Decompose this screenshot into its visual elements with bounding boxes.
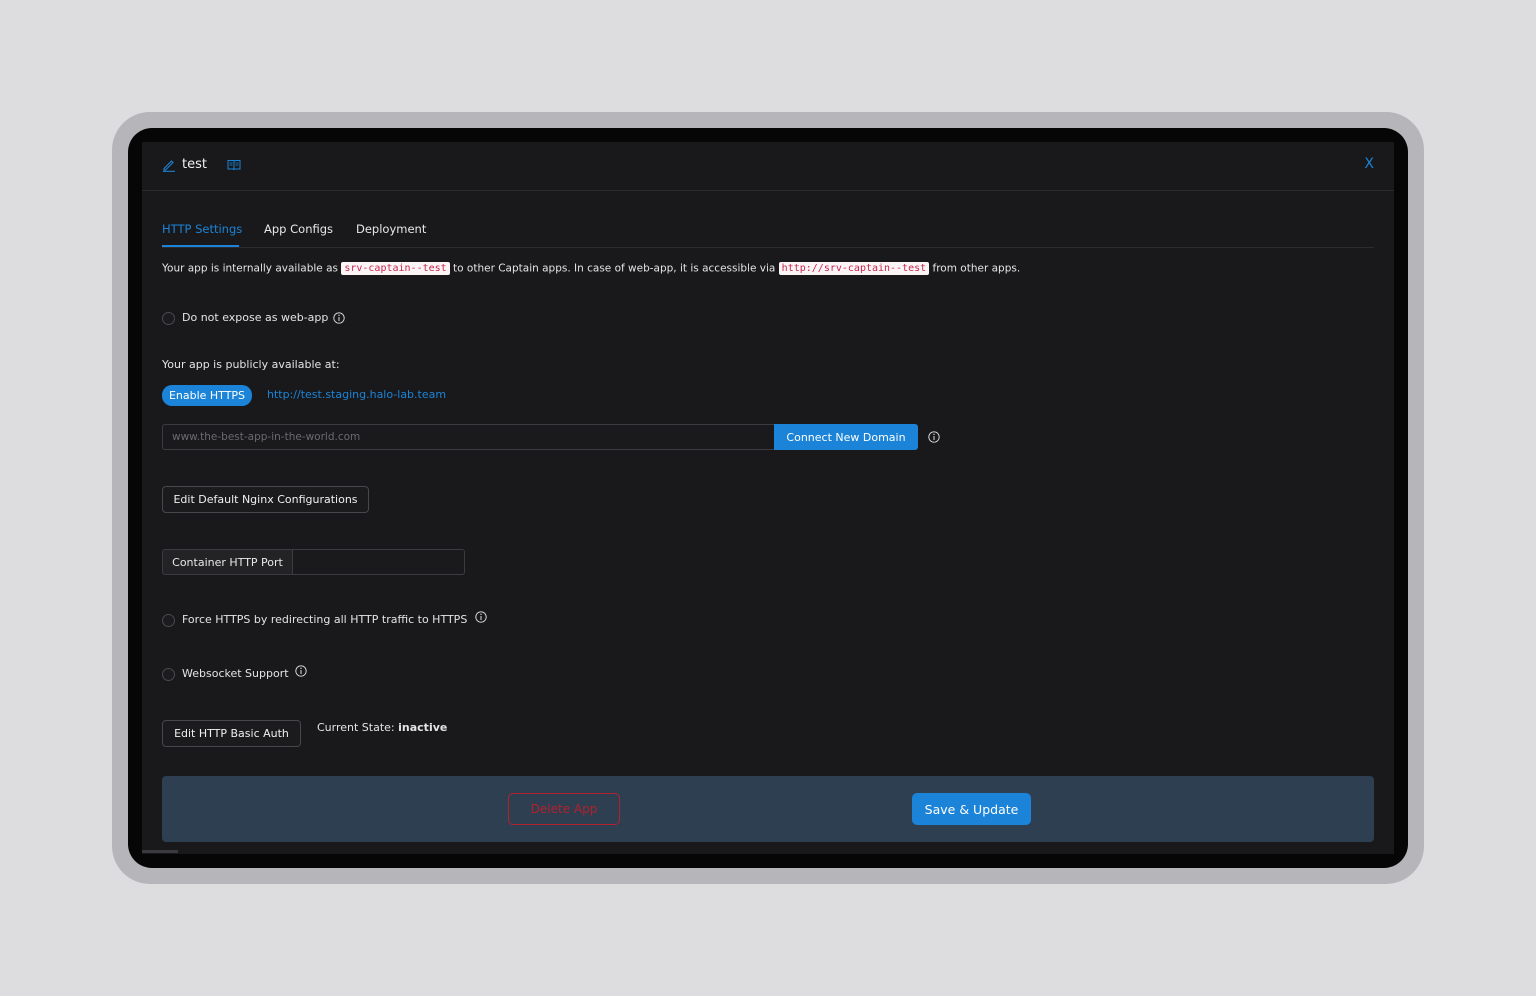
info-icon[interactable] (928, 431, 940, 443)
device-frame: test X HTTP Settings App Configs Deploym… (112, 112, 1424, 884)
internal-service-url: http://srv-captain--test (778, 262, 930, 275)
public-availability-heading: Your app is publicly available at: (162, 358, 340, 371)
internal-suffix: from other apps. (932, 262, 1021, 275)
container-port-label: Container HTTP Port (162, 549, 293, 575)
basic-auth-state-value: inactive (398, 721, 448, 734)
save-update-button[interactable]: Save & Update (912, 793, 1031, 825)
websocket-label: Websocket Support (182, 667, 289, 680)
websocket-radio[interactable] (162, 668, 175, 681)
basic-auth-state-prefix: Current State: (317, 721, 395, 734)
no-expose-radio[interactable] (162, 312, 175, 325)
connect-domain-button[interactable]: Connect New Domain (774, 424, 918, 450)
modal-header: test X (142, 142, 1394, 191)
action-footer: Delete App Save & Update (162, 776, 1374, 842)
no-expose-label: Do not expose as web-app (182, 311, 329, 324)
close-button[interactable]: X (1364, 156, 1374, 172)
tab-bar: HTTP Settings App Configs Deployment (162, 220, 1374, 248)
internal-middle: to other Captain apps. In case of web-ap… (453, 262, 776, 275)
domain-input[interactable]: www.the-best-app-in-the-world.com (162, 424, 774, 450)
public-url-link[interactable]: http://test.staging.halo-lab.team (267, 388, 446, 401)
info-icon[interactable] (475, 611, 487, 623)
edit-nginx-button[interactable]: Edit Default Nginx Configurations (162, 486, 369, 513)
force-https-label: Force HTTPS by redirecting all HTTP traf… (182, 613, 468, 626)
basic-auth-state: Current State: inactive (317, 721, 447, 734)
container-port-input[interactable] (293, 549, 465, 575)
edit-basic-auth-button[interactable]: Edit HTTP Basic Auth (162, 720, 301, 747)
tab-deployment[interactable]: Deployment (356, 222, 426, 236)
internal-service-name: srv-captain--test (341, 262, 450, 275)
tab-http-settings[interactable]: HTTP Settings (162, 222, 242, 236)
app-name: test (182, 157, 207, 172)
info-icon[interactable] (333, 312, 345, 324)
device-bezel: test X HTTP Settings App Configs Deploym… (128, 128, 1408, 868)
book-icon[interactable] (227, 159, 241, 171)
app-modal: test X HTTP Settings App Configs Deploym… (142, 142, 1394, 854)
internal-availability-text: Your app is internally available as srv-… (162, 262, 1020, 275)
horizontal-scrollbar[interactable] (142, 850, 178, 853)
tab-app-configs[interactable]: App Configs (264, 222, 333, 236)
force-https-radio[interactable] (162, 614, 175, 627)
delete-app-button[interactable]: Delete App (508, 793, 620, 825)
enable-https-button[interactable]: Enable HTTPS (162, 385, 252, 406)
edit-pencil-icon[interactable] (162, 158, 176, 172)
info-icon[interactable] (295, 665, 307, 677)
active-tab-indicator (162, 245, 239, 247)
internal-prefix: Your app is internally available as (162, 262, 338, 275)
